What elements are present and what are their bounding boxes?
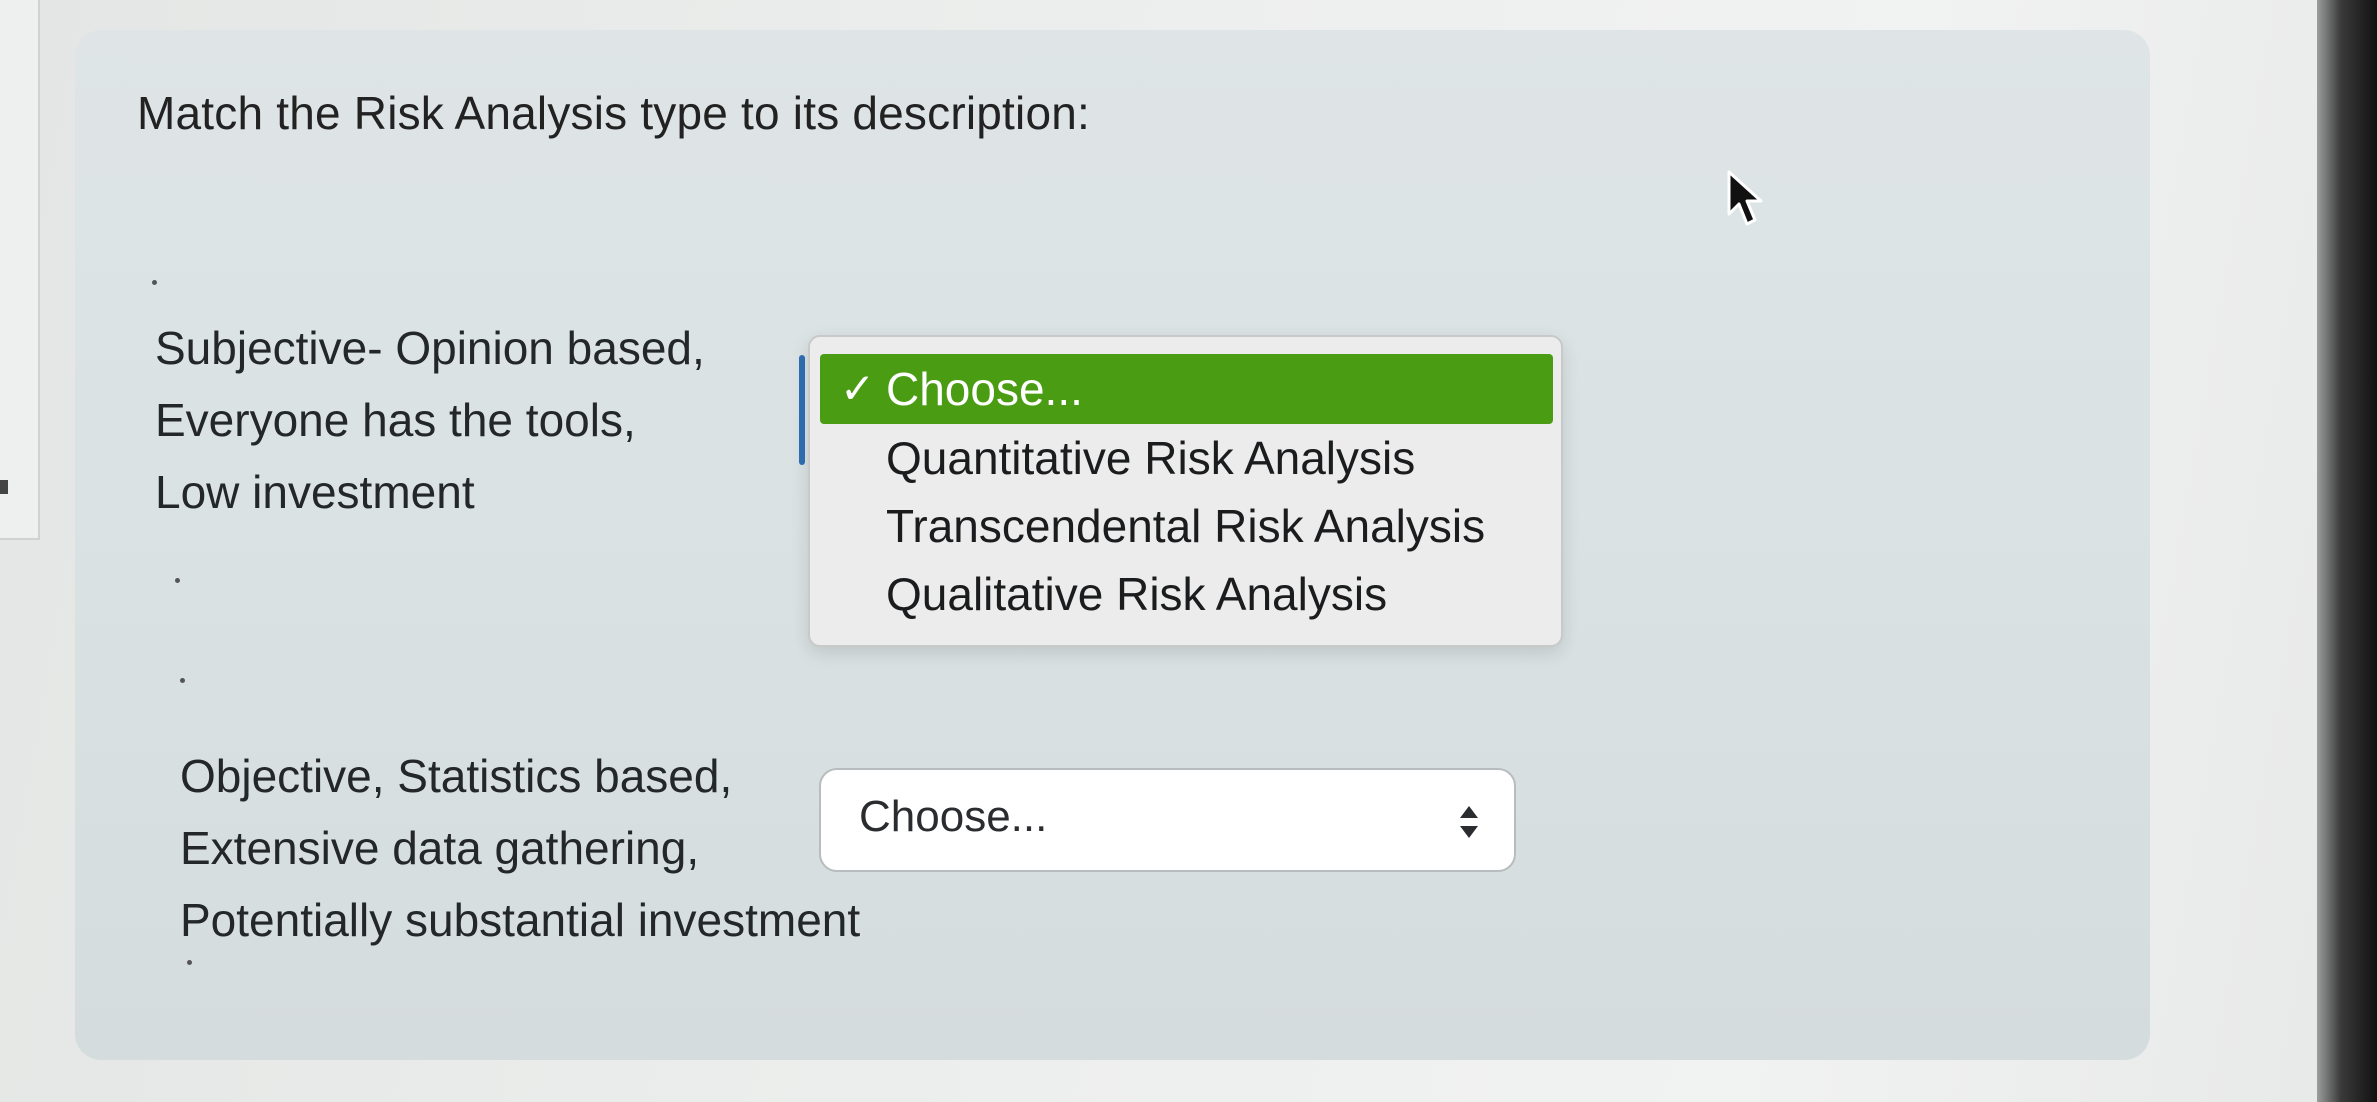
updown-arrows-icon xyxy=(1460,806,1478,838)
option-label: Quantitative Risk Analysis xyxy=(886,432,1416,484)
option-transcendental-risk-analysis[interactable]: Transcendental Risk Analysis xyxy=(820,491,1553,561)
option-quantitative-risk-analysis[interactable]: Quantitative Risk Analysis xyxy=(820,423,1553,493)
option-qualitative-risk-analysis[interactable]: Qualitative Risk Analysis xyxy=(820,559,1553,629)
description-line: Subjective- Opinion based, xyxy=(155,322,705,374)
option-choose[interactable]: ✓ Choose... xyxy=(820,354,1553,424)
answer-select-2[interactable]: Choose... xyxy=(819,768,1516,872)
option-label: Qualitative Risk Analysis xyxy=(886,568,1388,620)
description-2: Objective, Statistics based, Extensive d… xyxy=(180,740,860,956)
select-value: Choose... xyxy=(859,792,1048,841)
description-line: Potentially substantial investment xyxy=(180,894,861,946)
select-focus-edge xyxy=(799,355,805,465)
description-line: Low investment xyxy=(155,466,475,518)
description-line: Everyone has the tools, xyxy=(155,394,636,446)
option-label: Transcendental Risk Analysis xyxy=(886,500,1486,552)
edge-marker xyxy=(0,480,8,494)
question-prompt: Match the Risk Analysis type to its desc… xyxy=(137,87,1091,139)
mouse-cursor-icon xyxy=(1727,170,1763,226)
screen: Match the Risk Analysis type to its desc… xyxy=(0,0,2377,1102)
bullet-dot xyxy=(180,678,185,683)
description-line: Objective, Statistics based, xyxy=(180,750,733,802)
answer-dropdown-menu-1[interactable]: ✓ Choose... Quantitative Risk Analysis T… xyxy=(808,335,1563,647)
description-line: Extensive data gathering, xyxy=(180,822,700,874)
left-panel-edge xyxy=(0,0,40,540)
description-1: Subjective- Opinion based, Everyone has … xyxy=(155,312,705,528)
bullet-dot xyxy=(187,960,192,965)
option-label: Choose... xyxy=(886,363,1083,415)
bullet-dot xyxy=(152,280,157,285)
check-icon: ✓ xyxy=(840,365,876,412)
bullet-dot xyxy=(175,578,180,583)
monitor-bezel xyxy=(2317,0,2377,1102)
